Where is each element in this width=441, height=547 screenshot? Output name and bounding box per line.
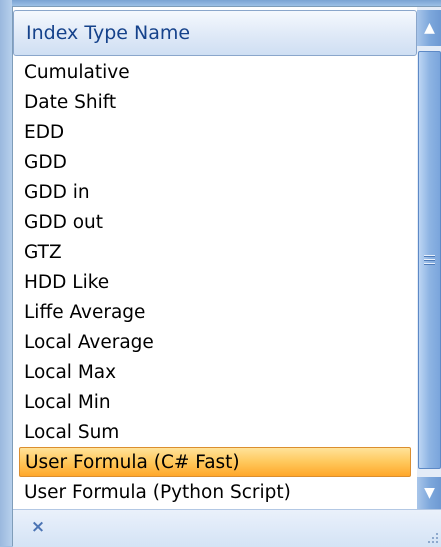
chevron-up-icon: ▲ [424,20,435,36]
clear-button[interactable]: × [27,515,49,539]
list-item[interactable]: User Formula (Python Script) [13,477,417,507]
list-item[interactable]: HDD Like [13,267,417,297]
scroll-up-button[interactable]: ▲ [417,10,441,46]
chevron-down-icon: ▼ [424,485,435,501]
list-item[interactable]: GDD [13,147,417,177]
list-item[interactable]: GDD out [13,207,417,237]
list-item[interactable]: Local Sum [13,417,417,447]
column-header[interactable]: Index Type Name [13,10,417,56]
list-item-selected[interactable]: User Formula (C# Fast) [19,447,411,477]
column-header-label: Index Type Name [26,22,191,44]
item-list: Index Type Name Cumulative Date Shift EDD G… [13,7,417,509]
scroll-down-button[interactable]: ▼ [417,477,441,509]
dropdown-popup: Index Type Name Cumulative Date Shift EDD G… [12,6,441,547]
scrollbar-thumb[interactable] [418,51,441,469]
list-item[interactable]: GTZ [13,237,417,267]
vertical-scrollbar[interactable]: ▲ ▼ [417,7,441,509]
close-icon: × [30,517,46,537]
list-item[interactable]: Local Average [13,327,417,357]
list-item[interactable]: EDD [13,117,417,147]
scroll-grip-icon [424,253,435,267]
list-item[interactable]: Cumulative [13,57,417,87]
list-item[interactable]: Local Min [13,387,417,417]
list-item[interactable]: GDD in [13,177,417,207]
list-item[interactable]: Liffe Average [13,297,417,327]
resize-grip-icon[interactable] [424,529,440,545]
parent-window-edge [0,0,12,546]
list-item[interactable]: Date Shift [13,87,417,117]
list-item[interactable]: Local Max [13,357,417,387]
popup-footer: × [13,509,441,547]
